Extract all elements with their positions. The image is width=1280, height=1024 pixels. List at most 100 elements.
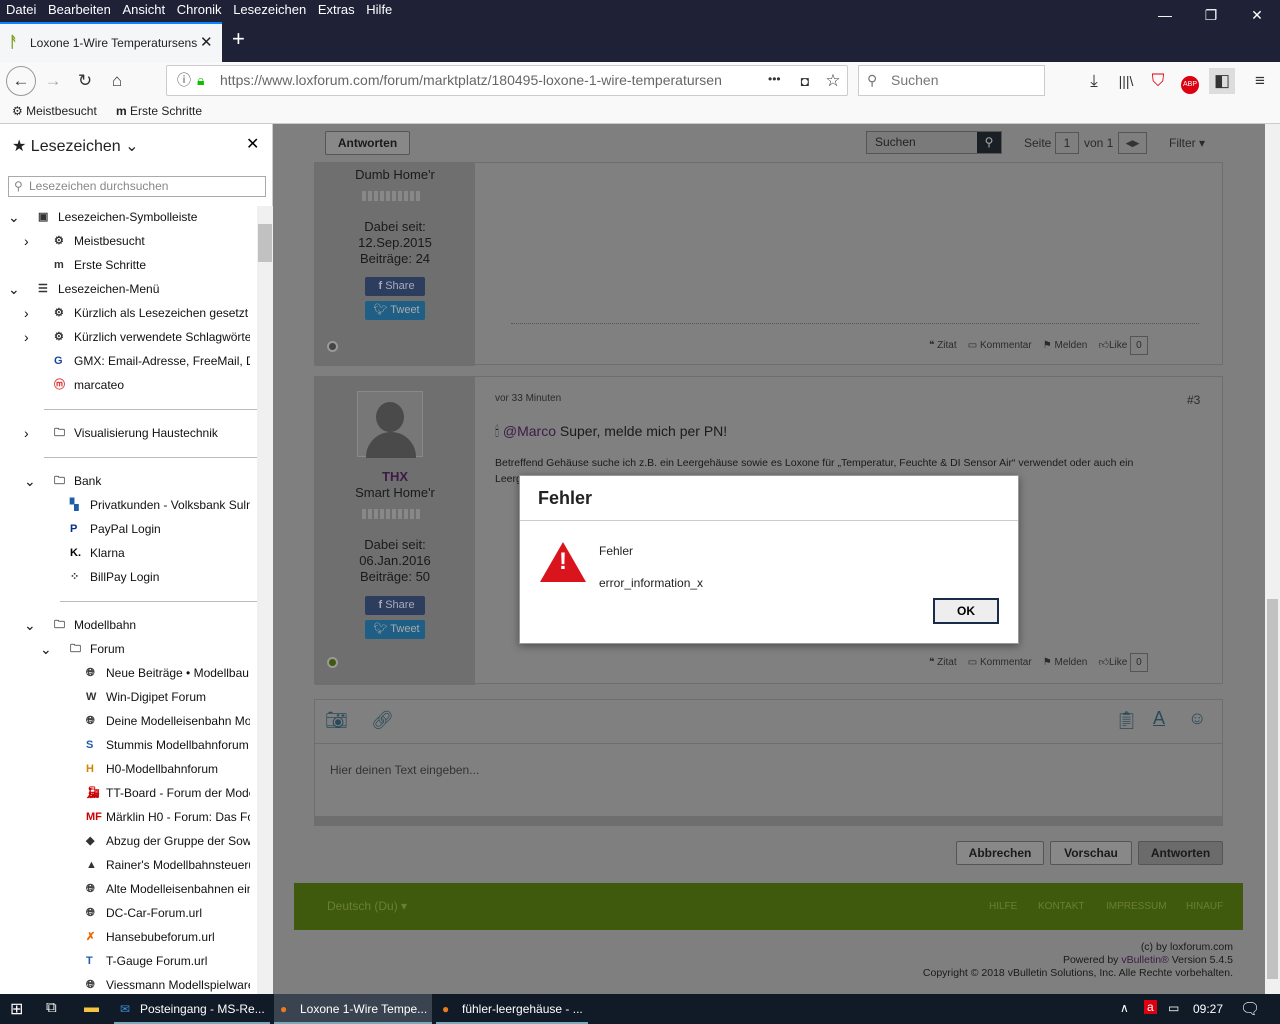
windows-start-icon[interactable]: ⊞	[10, 999, 23, 1019]
vbulletin-link[interactable]: vBulletin®	[1121, 954, 1168, 966]
chevron-down-icon[interactable]: ⌄	[40, 637, 52, 661]
comment-button[interactable]: ▭ Kommentar	[968, 657, 1032, 668]
bookmark-item[interactable]: H H0-Modellbahnforum	[0, 757, 250, 781]
bookmark-item[interactable]: MF Märklin H0 - Forum: Das For...	[0, 805, 250, 829]
download-icon[interactable]: ⤓	[1081, 68, 1107, 94]
footer-link-kontakt[interactable]: KONTAKT	[1038, 901, 1084, 912]
bookmark-erste-schritte[interactable]: m Erste Schritte	[116, 104, 202, 118]
battery-icon[interactable]: ▭	[1168, 1001, 1179, 1015]
new-tab-button[interactable]: +	[232, 26, 245, 52]
menu-datei[interactable]: Datei	[6, 0, 36, 20]
comment-button[interactable]: ▭ Kommentar	[968, 340, 1032, 351]
chevron-down-icon[interactable]: ⌄	[24, 469, 36, 493]
acrobat-tray-icon[interactable]: a	[1144, 1000, 1157, 1014]
library-icon[interactable]: |||\	[1113, 68, 1139, 94]
footer-link-impressum[interactable]: IMPRESSUM	[1106, 901, 1167, 912]
bookmark-item[interactable]: 🌐︎ Alte Modelleisenbahnen ein ...	[0, 877, 250, 901]
taskbar-outlook[interactable]: ✉ Posteingang - MS-Re...	[114, 994, 270, 1024]
editor-resize-handle[interactable]	[315, 816, 1222, 825]
bookmark-search-input[interactable]: ⚲ Lesezeichen durchsuchen	[8, 176, 266, 197]
cancel-button[interactable]: Abbrechen	[956, 841, 1044, 865]
chevron-right-icon[interactable]: ›	[24, 301, 29, 325]
reply-button[interactable]: Antworten	[1138, 841, 1223, 865]
hamburger-menu-icon[interactable]: ≡	[1247, 68, 1273, 94]
info-icon[interactable]: ⓘ	[177, 66, 191, 95]
bookmark-item[interactable]: › ⚙ Kürzlich als Lesezeichen gesetzt	[0, 301, 250, 325]
home-button[interactable]: ⌂	[104, 68, 130, 94]
bookmark-star-icon[interactable]: ☆	[820, 68, 846, 94]
tweet-button[interactable]: 🐦︎ Tweet	[365, 301, 425, 320]
bookmark-item[interactable]: ⌄ 🗀 Forum	[0, 637, 250, 661]
close-tab-icon[interactable]: ✕	[200, 24, 213, 62]
close-sidebar-button[interactable]: ✕	[246, 134, 259, 154]
bookmark-item[interactable]: T T-Gauge Forum.url	[0, 949, 250, 973]
menu-extras[interactable]: Extras	[318, 0, 355, 20]
page-number-input[interactable]: 1	[1055, 132, 1079, 154]
footer-link-hilfe[interactable]: HILFE	[989, 901, 1017, 912]
bookmark-item[interactable]: G GMX: Email-Adresse, FreeMail, De-...	[0, 349, 250, 373]
post-number-link[interactable]: #3	[1187, 393, 1200, 407]
username-link[interactable]: THX	[315, 469, 475, 484]
notification-icon[interactable]: 🗨︎	[1240, 999, 1260, 1019]
link-icon[interactable]: 🔗︎	[371, 710, 394, 731]
search-input[interactable]: ⚲ Suchen	[858, 65, 1045, 96]
page-actions-button[interactable]: •••	[768, 72, 781, 86]
menu-lesezeichen[interactable]: Lesezeichen	[233, 0, 306, 20]
bookmark-item[interactable]: ⓜ marcateo	[0, 373, 250, 397]
mention-link[interactable]: @Marco	[503, 423, 556, 439]
report-button[interactable]: ⚑ Melden	[1043, 340, 1088, 351]
task-view-icon[interactable]: ⧉	[46, 999, 57, 1016]
menu-chronik[interactable]: Chronik	[177, 0, 222, 20]
bookmark-item[interactable]: m Erste Schritte	[0, 253, 250, 277]
report-button[interactable]: ⚑ Melden	[1043, 657, 1088, 668]
tab-loxone[interactable]: ᚨ Loxone 1-Wire Temperatursens ✕	[0, 22, 222, 62]
menu-ansicht[interactable]: Ansicht	[123, 0, 166, 20]
page-scroll-thumb[interactable]	[1267, 599, 1278, 979]
font-icon[interactable]: A	[1153, 708, 1165, 729]
thread-search-input[interactable]: Suchen ⚲	[866, 131, 1002, 154]
ok-button[interactable]: OK	[933, 598, 999, 624]
menu-bearbeiten[interactable]: Bearbeiten	[48, 0, 111, 20]
camera-icon[interactable]: 📷︎	[325, 710, 348, 731]
bookmark-item[interactable]: › ⚙ Meistbesucht	[0, 229, 250, 253]
forward-button[interactable]: →	[40, 68, 66, 94]
preview-button[interactable]: Vorschau	[1050, 841, 1132, 865]
taskbar-firefox-fuehler[interactable]: ● fühler-leergehäuse - ...	[436, 994, 588, 1024]
bookmark-item[interactable]: K. Klarna	[0, 541, 250, 565]
bookmark-item[interactable]: ◆ Abzug der Gruppe der Sowjet...	[0, 829, 250, 853]
bookmark-item[interactable]: › ⚙ Kürzlich verwendete Schlagwörter	[0, 325, 250, 349]
pocket-icon[interactable]: ◘	[792, 68, 818, 94]
page-prev-next-icon[interactable]: ◀▶	[1118, 132, 1147, 154]
bookmark-meistbesucht[interactable]: ⚙ Meistbesucht	[12, 104, 97, 118]
quote-button[interactable]: ❝ Zitat	[929, 657, 957, 668]
menu-hilfe[interactable]: Hilfe	[366, 0, 392, 20]
search-icon[interactable]: ⚲	[977, 132, 1001, 153]
bookmark-item[interactable]: ⌄ ☰ Lesezeichen-Menü	[0, 277, 250, 301]
bookmark-item[interactable]: › 🗀 Visualisierung Haustechnik	[0, 421, 250, 445]
like-button[interactable]: 👍︎Like	[1098, 657, 1127, 668]
tray-chevron-icon[interactable]: ∧	[1120, 1001, 1129, 1015]
reload-button[interactable]: ↻	[72, 68, 98, 94]
filter-button[interactable]: Filter ▾	[1169, 136, 1205, 150]
bookmark-item[interactable]: W Win-Digipet Forum	[0, 685, 250, 709]
chevron-down-icon[interactable]: ⌄	[8, 277, 20, 301]
sidebar-scroll-thumb[interactable]	[258, 224, 272, 262]
share-button[interactable]: f Share	[365, 596, 425, 615]
reply-textarea[interactable]: Hier deinen Text eingeben...	[330, 763, 479, 777]
bookmark-item[interactable]: ✗ Hansebubeforum.url	[0, 925, 250, 949]
bookmark-item[interactable]: S Stummis Modellbahnforum	[0, 733, 250, 757]
sidebar-header[interactable]: ★ Lesezeichen ⌄	[12, 136, 139, 156]
footer-link-hinauf[interactable]: HINAUF	[1186, 901, 1223, 912]
sidebar-scrollbar[interactable]	[257, 206, 273, 994]
bookmark-item[interactable]: 🌐︎ Deine Modelleisenbahn Mod...	[0, 709, 250, 733]
bookmark-item[interactable]: 🚂︎ TT-Board - Forum der Model...	[0, 781, 250, 805]
chevron-right-icon[interactable]: ›	[24, 325, 29, 349]
chevron-down-icon[interactable]: ⌄	[8, 205, 20, 229]
clipboard-icon[interactable]: 📋︎	[1115, 710, 1138, 731]
avatar[interactable]	[357, 391, 423, 458]
file-explorer-icon[interactable]: ▬	[84, 999, 99, 1016]
back-button[interactable]: ←	[6, 66, 36, 96]
bookmark-item[interactable]: 🌐︎ DC-Car-Forum.url	[0, 901, 250, 925]
taskbar-firefox-loxone[interactable]: ● Loxone 1-Wire Tempe...	[274, 994, 432, 1024]
quote-button[interactable]: ❝ Zitat	[929, 340, 957, 351]
